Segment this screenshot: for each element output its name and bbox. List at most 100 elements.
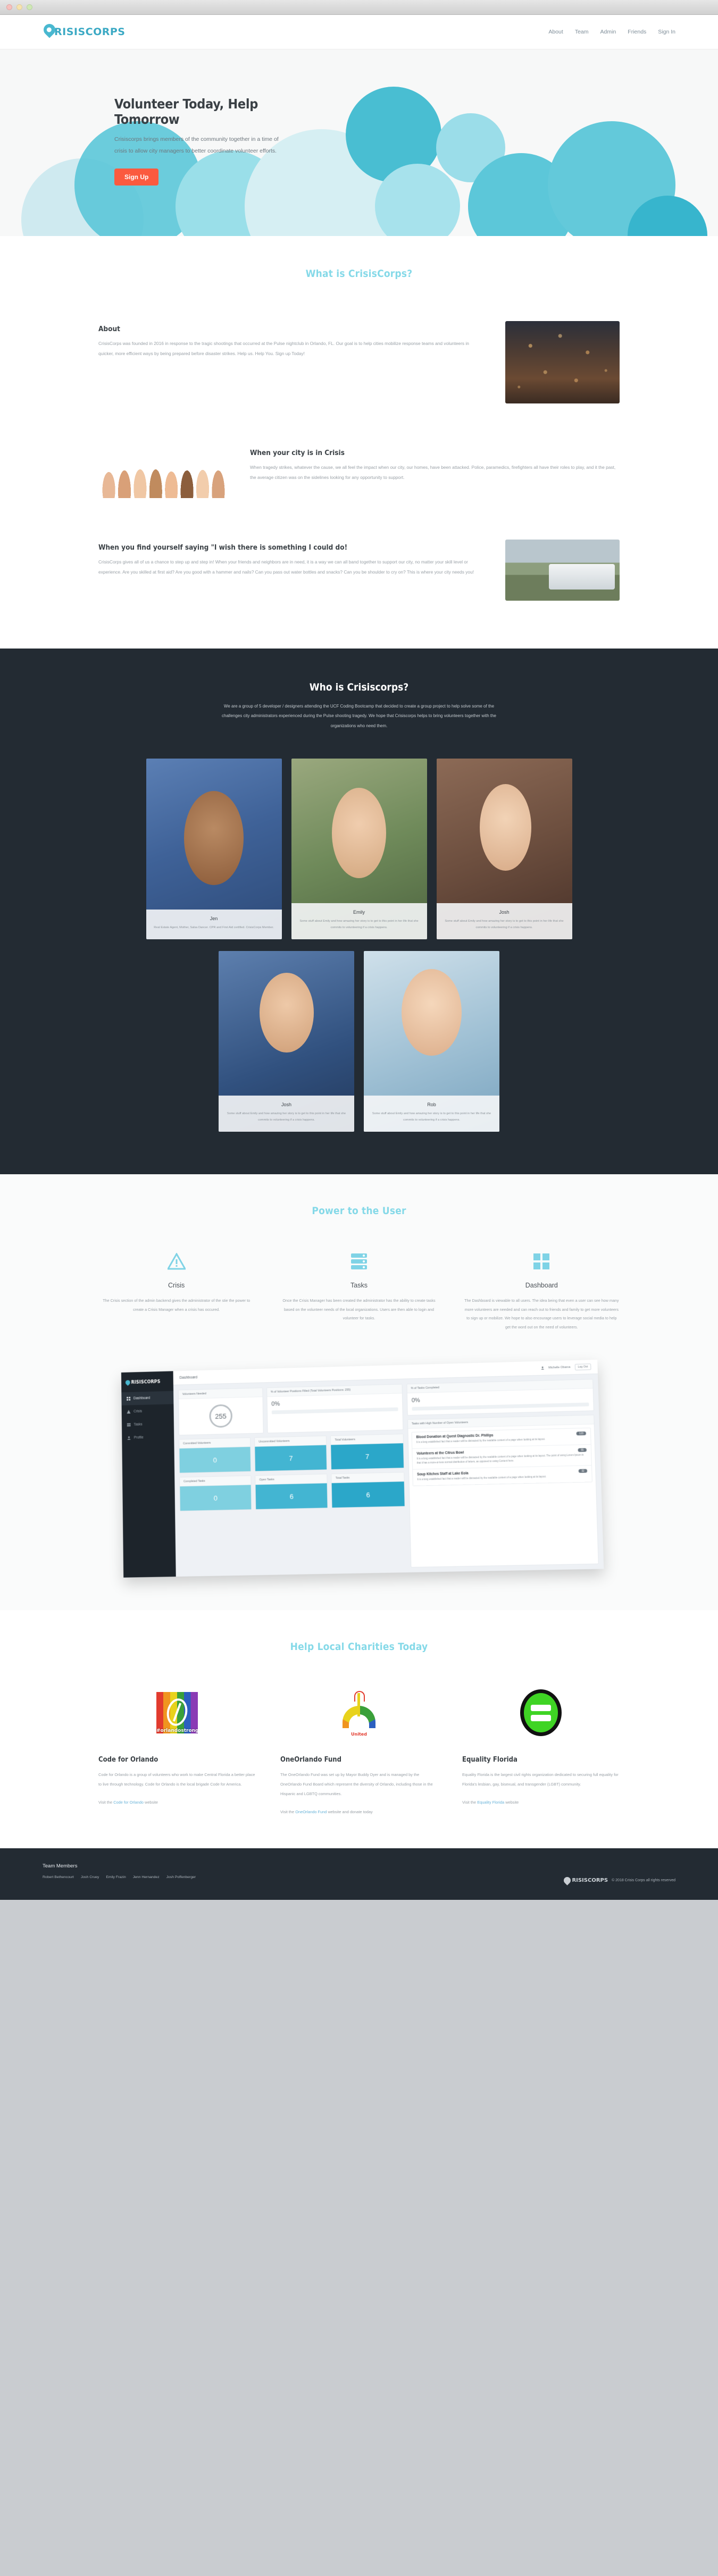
oneorlando-fund-logo: United — [338, 1690, 380, 1737]
dashboard-sidebar: RISISCORPS Dashboard Crisis Tasks Profil… — [121, 1371, 176, 1578]
charity-link-row: Visit the Code for Orlando website — [98, 1798, 256, 1807]
team-member-card[interactable]: Josh Some stuff about Emily and how amaz… — [219, 951, 354, 1132]
charity-card-code-for-orlando: #orlandostrong Code for Orlando Code for… — [98, 1683, 256, 1816]
dashboard-grid-icon — [464, 1250, 620, 1273]
charity-link[interactable]: OneOrlando Fund — [295, 1809, 327, 1814]
hero-subtitle: Crisiscorps brings members of the commun… — [114, 136, 279, 155]
charity-link-suffix: website and donate today — [327, 1809, 373, 1814]
member-name: Jen — [210, 915, 218, 921]
charity-logo-tag: United — [351, 1732, 367, 1737]
task-title: Soup Kitches Staff at Lake Eola — [417, 1471, 469, 1477]
dashboard-nav-label: Crisis — [133, 1410, 143, 1414]
code-for-orlando-logo: #orlandostrong — [156, 1692, 198, 1734]
window-chrome — [0, 0, 718, 15]
dashboard-logout-button[interactable]: Log Out — [574, 1363, 591, 1371]
minimize-window-button[interactable] — [16, 4, 22, 10]
power-heading: Dashboard — [525, 1282, 558, 1290]
member-name: Josh — [281, 1101, 291, 1107]
brand-logo[interactable]: RISISCORPS — [41, 21, 126, 41]
feature-heading: When your city is in Crisis — [250, 449, 345, 457]
nav-link-about[interactable]: About — [548, 29, 563, 35]
dashboard-screenshot: RISISCORPS Dashboard Crisis Tasks Profil… — [121, 1360, 604, 1578]
task-badge: 123 — [576, 1432, 587, 1436]
charity-link-prefix: Visit the — [280, 1809, 296, 1814]
person-icon — [127, 1436, 131, 1441]
hero-title: Volunteer Today, Help Tomorrow — [114, 96, 258, 127]
footer-team-name: Josh Cruey — [80, 1875, 99, 1880]
dashboard-nav-profile[interactable]: Profile — [122, 1430, 174, 1445]
dashboard-nav-label: Profile — [133, 1436, 144, 1440]
charities-section: Help Local Charities Today #orlandostron… — [0, 1610, 718, 1849]
warning-triangle-icon — [98, 1250, 254, 1273]
charity-logo-tag: #orlandostrong — [156, 1728, 198, 1734]
tile-value: 0 — [179, 1447, 251, 1474]
footer-brand: RISISCORPS — [562, 1875, 608, 1886]
charity-card-equality-florida: Equality Florida Equality Florida is the… — [462, 1683, 620, 1816]
brand-name: RISISCORPS — [54, 26, 126, 38]
section-title-charities: Help Local Charities Today — [290, 1641, 428, 1653]
footer-brand-name: RISISCORPS — [572, 1878, 608, 1884]
footer-team-names: Robert Bethencourt Josh Cruey Emily Fraz… — [43, 1875, 196, 1879]
tile-value: 6 — [255, 1483, 328, 1510]
tile-completed-tasks: Completed Tasks 0 — [179, 1475, 252, 1512]
tile-value: 6 — [332, 1481, 405, 1508]
member-name: Emily — [353, 909, 365, 915]
nav-link-friends[interactable]: Friends — [628, 29, 646, 35]
charity-link[interactable]: Code for Orlando — [113, 1800, 144, 1805]
section-title-what-is: What is CrisisCorps? — [305, 268, 413, 280]
power-column-dashboard: Dashboard The Dashboard is viewable to a… — [464, 1250, 620, 1332]
feature-row-about: About CrisisCorps was founded in 2016 in… — [98, 321, 620, 403]
charity-link[interactable]: Equality Florida — [477, 1800, 504, 1805]
dashboard-nav-crisis[interactable]: Crisis — [122, 1404, 174, 1419]
tile-total-tasks: Total Tasks 6 — [331, 1472, 405, 1509]
dashboard-page-title: Dashboard — [179, 1375, 198, 1380]
section-title-who-is: Who is Crisiscorps? — [309, 681, 409, 693]
map-pin-icon — [124, 1379, 131, 1386]
nav-link-admin[interactable]: Admin — [600, 29, 616, 35]
dashboard-brand-name: RISISCORPS — [131, 1379, 161, 1385]
positions-filled-progress — [271, 1407, 398, 1415]
task-list-item[interactable]: Soup Kitches Staff at Lake Eola 32 It is… — [413, 1466, 592, 1486]
who-is-section: Who is Crisiscorps? We are a group of 5 … — [0, 649, 718, 1175]
team-member-card[interactable]: Jen Real Estate Agent, Mother, Salsa Dan… — [146, 759, 282, 940]
team-member-card[interactable]: Josh Some stuff about Emily and how amaz… — [436, 759, 572, 940]
power-column-crisis: Crisis The Crisis section of the admin b… — [98, 1250, 254, 1332]
power-to-the-user-section: Power to the User Crisis The Crisis sect… — [0, 1174, 718, 1611]
team-member-card[interactable]: Emily Some stuff about Emily and how ama… — [291, 759, 427, 940]
sign-up-button[interactable]: Sign Up — [114, 169, 159, 186]
warning-icon — [127, 1410, 131, 1414]
nav-link-team[interactable]: Team — [575, 29, 589, 35]
crowd-vigil-photo — [505, 321, 620, 403]
hero-banner: Volunteer Today, Help Tomorrow Crisiscor… — [0, 49, 718, 236]
site-header: RISISCORPS About Team Admin Friends Sign… — [0, 15, 718, 49]
charity-body: Code for Orlando is a group of volunteer… — [98, 1772, 255, 1787]
who-is-intro: We are a group of 5 developer / designer… — [222, 704, 496, 728]
member-bio: Some stuff about Emily and how amazing h… — [299, 919, 419, 929]
equality-florida-logo — [520, 1689, 562, 1737]
team-member-card[interactable]: Rob Some stuff about Emily and how amazi… — [364, 951, 499, 1132]
main-nav: About Team Admin Friends Sign In — [548, 29, 675, 35]
close-window-button[interactable] — [6, 4, 12, 10]
power-body: Once the Crisis Manager has been created… — [282, 1298, 436, 1321]
dashboard-nav-dashboard[interactable]: Dashboard — [121, 1391, 174, 1406]
power-heading: Crisis — [168, 1282, 185, 1290]
feature-body: When tragedy strikes, whatever the cause… — [250, 465, 616, 481]
charity-heading: OneOrlando Fund — [280, 1756, 341, 1764]
map-pin-icon — [562, 1875, 573, 1886]
person-icon — [541, 1367, 545, 1370]
dashboard-nav-tasks[interactable]: Tasks — [122, 1417, 174, 1432]
card-volunteers-needed: Volunteers Needed 255 — [178, 1387, 264, 1436]
footer-team: Team Members Robert Bethencourt Josh Cru… — [43, 1863, 196, 1879]
charity-heading: Code for Orlando — [98, 1756, 158, 1764]
charity-link-suffix: website — [143, 1799, 158, 1805]
card-tasks-completed: % of Tasks Completed 0% — [406, 1379, 594, 1416]
team-grid-row-2: Josh Some stuff about Emily and how amaz… — [0, 951, 718, 1132]
footer-team-name: Robert Bethencourt — [43, 1875, 74, 1880]
nav-link-sign-in[interactable]: Sign In — [658, 29, 675, 35]
zoom-window-button[interactable] — [27, 4, 32, 10]
footer-heading: Team Members — [43, 1863, 78, 1870]
charity-link-row: Visit the OneOrlando Fund website and do… — [280, 1807, 438, 1817]
raised-hands-photo — [98, 445, 229, 498]
power-heading: Tasks — [350, 1282, 368, 1290]
tile-value: 7 — [331, 1443, 404, 1470]
